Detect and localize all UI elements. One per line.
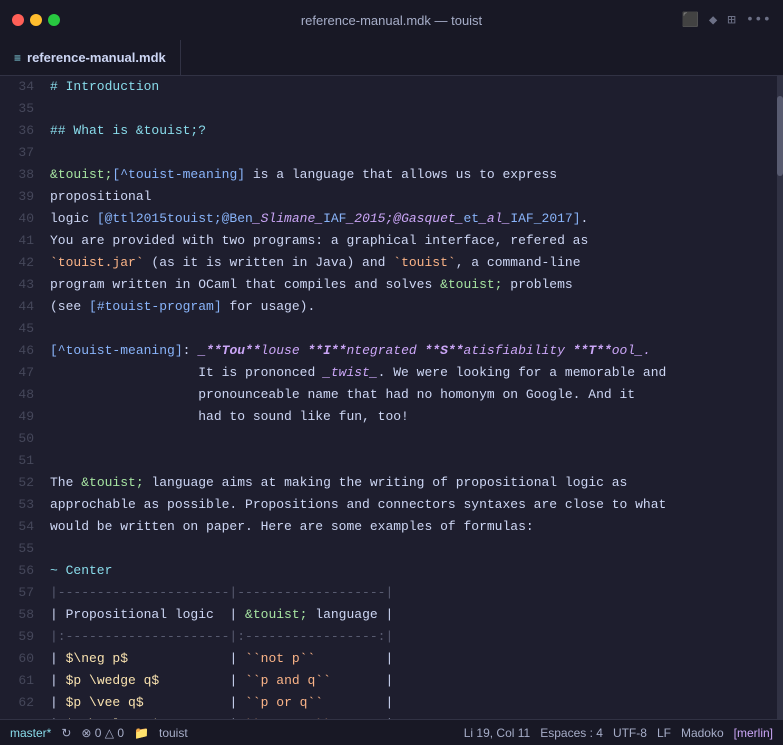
line-number: 41 [8,230,34,252]
layout-icon[interactable]: ⊞ [727,12,735,29]
table-row: `touist.jar` (as it is written in Java) … [50,252,777,274]
table-row: | $\neg p$ | ``not p`` | [50,648,777,670]
table-row: [^touist-meaning]: _**Tou**louse **I**nt… [50,340,777,362]
table-row [50,450,777,472]
share-icon[interactable]: ⬛ [681,12,698,29]
git-branch[interactable]: master* [10,726,51,740]
tab-reference-manual[interactable]: ≡ reference-manual.mdk [0,40,181,75]
line-number: 59 [8,626,34,648]
table-row: It is prononced _twist_. We were looking… [50,362,777,384]
table-row: ~ Center [50,560,777,582]
table-row [50,318,777,340]
cursor-position: Li 19, Col 11 [464,726,531,740]
line-number: 34 [8,76,34,98]
language-mode[interactable]: Madoko [681,726,724,740]
table-row: |----------------------|----------------… [50,582,777,604]
line-number: 54 [8,516,34,538]
line-number: 56 [8,560,34,582]
table-row: &touist;[^touist-meaning] is a language … [50,164,777,186]
table-row: | $p \wedge q$ | ``p and q`` | [50,670,777,692]
table-row: logic [@ttl2015touist;@Ben_Slimane_IAF_2… [50,208,777,230]
close-button[interactable] [12,14,24,26]
titlebar-actions: ⬛ ◆ ⊞ ••• [681,12,771,29]
window-title: reference-manual.mdk — touist [301,13,482,28]
table-row: propositional [50,186,777,208]
table-row [50,428,777,450]
table-row: |:---------------------|:---------------… [50,626,777,648]
table-row: The &touist; language aims at making the… [50,472,777,494]
code-content[interactable]: # Introduction ## What is &touist;? &tou… [42,76,777,719]
traffic-lights [12,14,60,26]
folder-icon: 📁 [134,726,149,740]
line-number: 35 [8,98,34,120]
line-number: 45 [8,318,34,340]
line-number: 55 [8,538,34,560]
more-icon[interactable]: ••• [746,12,771,28]
line-number: 46 [8,340,34,362]
table-row: program written in OCaml that compiles a… [50,274,777,296]
line-numbers: 3435363738394041424344454647484950515253… [0,76,42,719]
line-number: 38 [8,164,34,186]
table-row [50,538,777,560]
line-ending: LF [657,726,671,740]
line-number: 51 [8,450,34,472]
tab-label: reference-manual.mdk [27,50,166,65]
line-number: 37 [8,142,34,164]
table-row: # Introduction [50,76,777,98]
line-number: 43 [8,274,34,296]
table-row: would be written on paper. Here are some… [50,516,777,538]
sync-icon[interactable]: ↻ [61,726,71,740]
line-number: 39 [8,186,34,208]
line-number: 61 [8,670,34,692]
scrollbar-thumb[interactable] [777,96,783,176]
line-number: 47 [8,362,34,384]
table-row: approchable as possible. Propositions an… [50,494,777,516]
statusbar-right: Li 19, Col 11 Espaces : 4 UTF-8 LF Madok… [464,726,773,740]
table-row: (see [#touist-program] for usage). [50,296,777,318]
maximize-button[interactable] [48,14,60,26]
table-row: | Propositional logic | &touist; languag… [50,604,777,626]
line-number: 48 [8,384,34,406]
encoding: UTF-8 [613,726,647,740]
line-number: 40 [8,208,34,230]
line-number: 50 [8,428,34,450]
scrollbar[interactable] [777,76,783,719]
line-number: 42 [8,252,34,274]
table-row: | $p \vee q$ | ``p or q`` | [50,692,777,714]
tabbar: ≡ reference-manual.mdk [0,40,783,76]
line-number: 62 [8,692,34,714]
statusbar: master* ↻ ⊗ 0 △ 0 📁 touist Li 19, Col 11… [0,719,783,745]
table-row: You are provided with two programs: a gr… [50,230,777,252]
line-number: 52 [8,472,34,494]
line-number: 36 [8,120,34,142]
project-folder: touist [159,726,188,740]
indentation: Espaces : 4 [540,726,603,740]
table-row: had to sound like fun, too! [50,406,777,428]
bookmark-icon[interactable]: ◆ [709,12,717,29]
titlebar: reference-manual.mdk — touist ⬛ ◆ ⊞ ••• [0,0,783,40]
line-number: 53 [8,494,34,516]
merlin-badge: [merlin] [734,726,773,740]
line-number: 49 [8,406,34,428]
status-checks: ⊗ 0 △ 0 [81,726,124,740]
line-number: 44 [8,296,34,318]
table-row [50,98,777,120]
file-icon: ≡ [14,51,21,65]
table-row: pronounceable name that had no homonym o… [50,384,777,406]
statusbar-left: master* ↻ ⊗ 0 △ 0 📁 touist [10,726,188,740]
line-number: 58 [8,604,34,626]
line-number: 60 [8,648,34,670]
minimize-button[interactable] [30,14,42,26]
table-row: ## What is &touist;? [50,120,777,142]
line-number: 57 [8,582,34,604]
table-row [50,142,777,164]
editor: 3435363738394041424344454647484950515253… [0,76,783,719]
